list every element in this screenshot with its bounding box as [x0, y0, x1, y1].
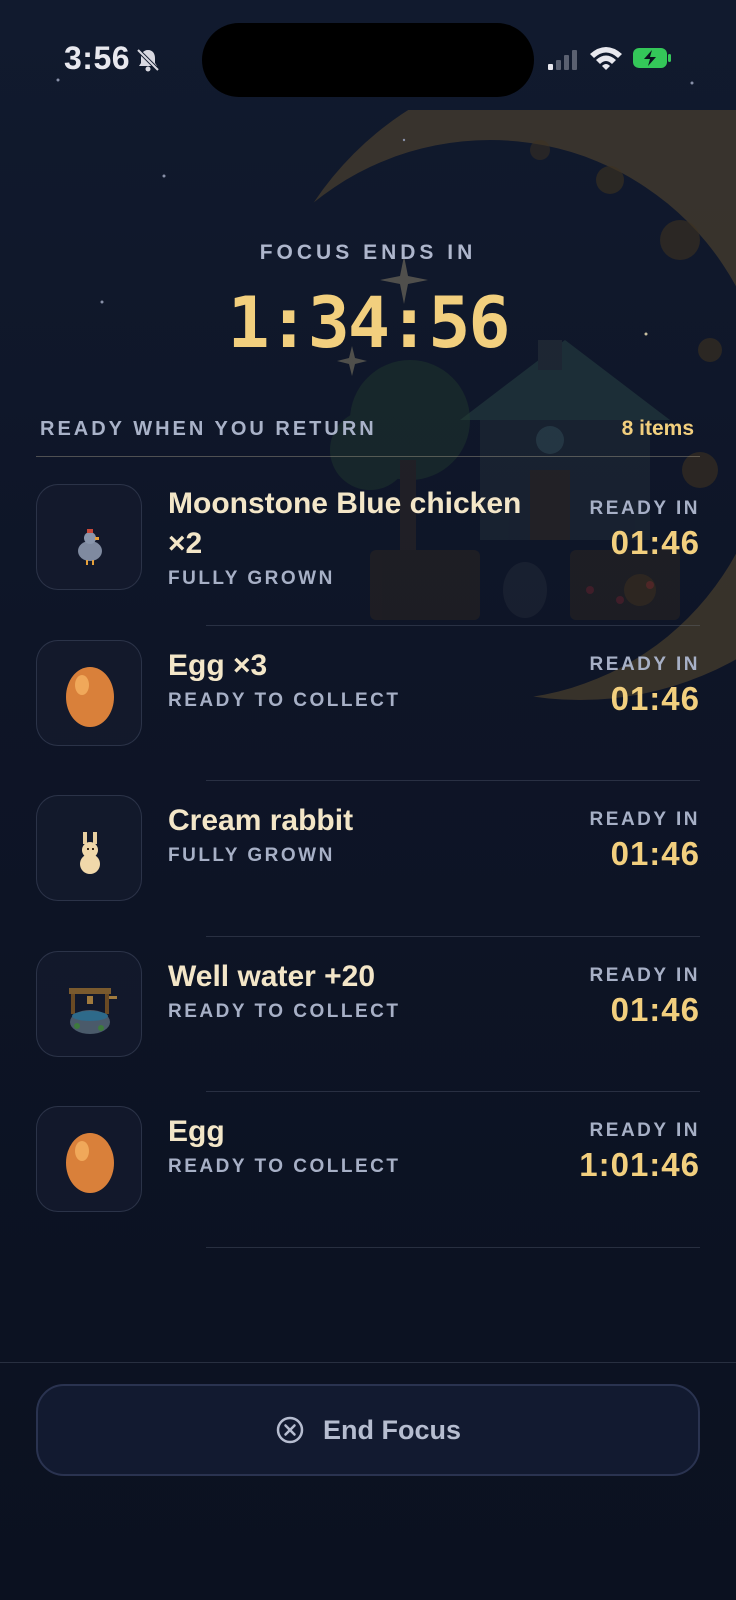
wifi-icon: [590, 47, 622, 70]
bell-slash-icon: [136, 48, 160, 72]
signal-icon: [548, 50, 577, 70]
ready-in-label: READY IN: [589, 1120, 700, 1141]
ready-items-list: Moonstone Blue chicken ×2 FULLY GROWN RE…: [0, 470, 736, 1248]
ready-time: 1:01:46: [579, 1146, 700, 1183]
list-item[interactable]: Egg READY TO COLLECT READY IN 1:01:46: [0, 1092, 736, 1248]
item-status: FULLY GROWN: [168, 845, 335, 866]
battery-charging-icon: [633, 48, 671, 68]
close-circle-icon: [276, 1416, 304, 1444]
focus-label: FOCUS ENDS IN: [259, 241, 477, 264]
divider: [206, 1246, 700, 1248]
item-title: Well water +20: [168, 959, 376, 993]
item-status: READY TO COLLECT: [168, 1156, 401, 1177]
divider: [36, 456, 700, 457]
item-status: FULLY GROWN: [168, 568, 335, 589]
ready-in-label: READY IN: [589, 653, 700, 675]
divider: [0, 1362, 736, 1363]
item-thumbnail: [36, 484, 142, 590]
item-status: READY TO COLLECT: [168, 689, 401, 711]
ready-time: 01:46: [610, 835, 700, 872]
end-focus-button[interactable]: End Focus: [36, 1384, 700, 1476]
ready-time: 01:46: [610, 990, 700, 1028]
ready-in-label: READY IN: [589, 964, 700, 986]
item-title: Moonstone Blue chicken ×2: [168, 487, 522, 560]
egg-icon: [66, 1133, 114, 1193]
list-header: READY WHEN YOU RETURN: [40, 418, 377, 440]
item-title: Egg: [168, 1115, 225, 1148]
ready-in-label: READY IN: [589, 809, 700, 830]
item-thumbnail: [36, 639, 142, 746]
status-bar: 3:56: [0, 0, 736, 110]
item-thumbnail: [36, 795, 142, 901]
list-item[interactable]: Well water +20 READY TO COLLECT READY IN…: [0, 937, 736, 1092]
ready-time: 01:46: [610, 679, 700, 717]
list-item[interactable]: Cream rabbit FULLY GROWN READY IN 01:46: [0, 781, 736, 937]
egg-icon: [66, 666, 114, 727]
ready-time: 01:46: [610, 524, 700, 561]
ready-in-label: READY IN: [589, 498, 700, 519]
list-item[interactable]: Moonstone Blue chicken ×2 FULLY GROWN RE…: [0, 470, 736, 626]
item-title: Cream rabbit: [168, 804, 354, 837]
well-icon: [69, 987, 117, 1034]
item-thumbnail: [36, 1106, 142, 1212]
item-count: 8 items: [621, 417, 694, 440]
list-item[interactable]: Egg ×3 READY TO COLLECT READY IN 01:46: [0, 626, 736, 781]
rabbit-icon: [80, 832, 100, 874]
chicken-icon: [78, 529, 102, 565]
item-title: Egg ×3: [168, 648, 268, 682]
status-time: 3:56: [64, 40, 131, 76]
end-focus-label: End Focus: [322, 1414, 461, 1445]
focus-timer: 1:34:56: [227, 282, 510, 364]
item-thumbnail: [36, 950, 142, 1057]
item-status: READY TO COLLECT: [168, 1000, 401, 1022]
dynamic-island: [202, 23, 534, 97]
